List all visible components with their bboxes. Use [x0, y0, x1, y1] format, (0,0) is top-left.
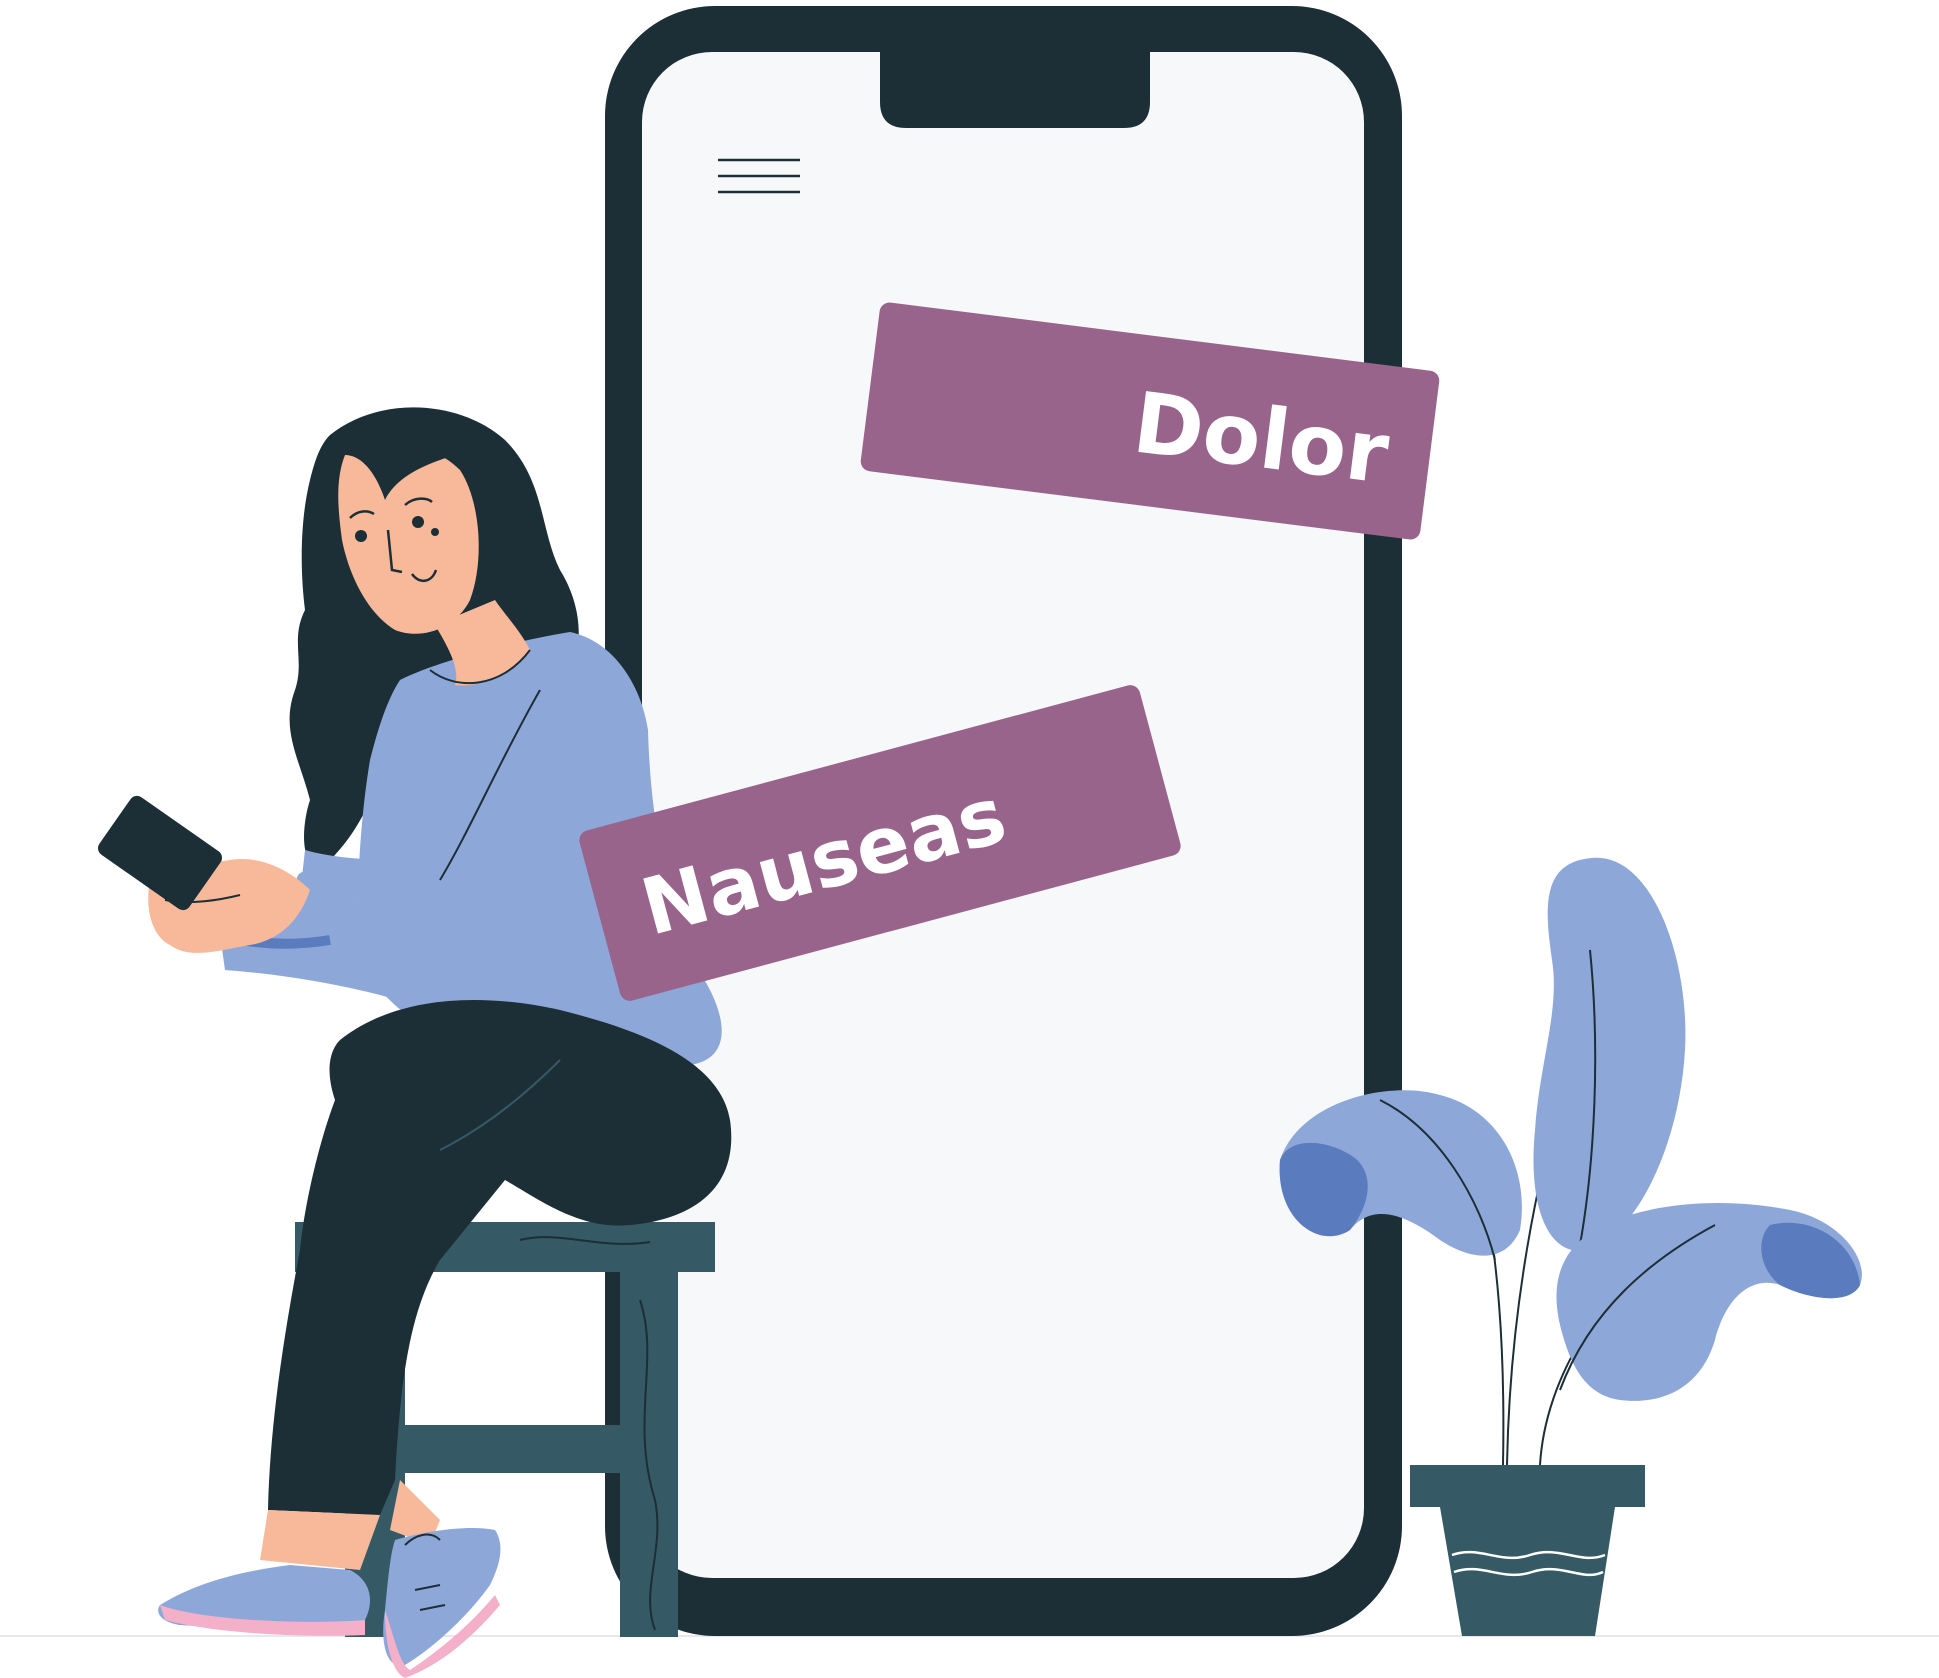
eye-right — [412, 516, 424, 528]
shoe-right[interactable] — [383, 1528, 501, 1666]
plant-pot-rim — [1410, 1465, 1645, 1507]
eye-left — [355, 530, 367, 542]
plant-leaf-tall — [1533, 857, 1686, 1252]
illustration-scene: Dolor Nauseas — [0, 6, 1939, 1678]
ankle — [260, 1510, 380, 1570]
phone-notch — [880, 52, 1150, 128]
plant-pot — [1440, 1507, 1615, 1636]
